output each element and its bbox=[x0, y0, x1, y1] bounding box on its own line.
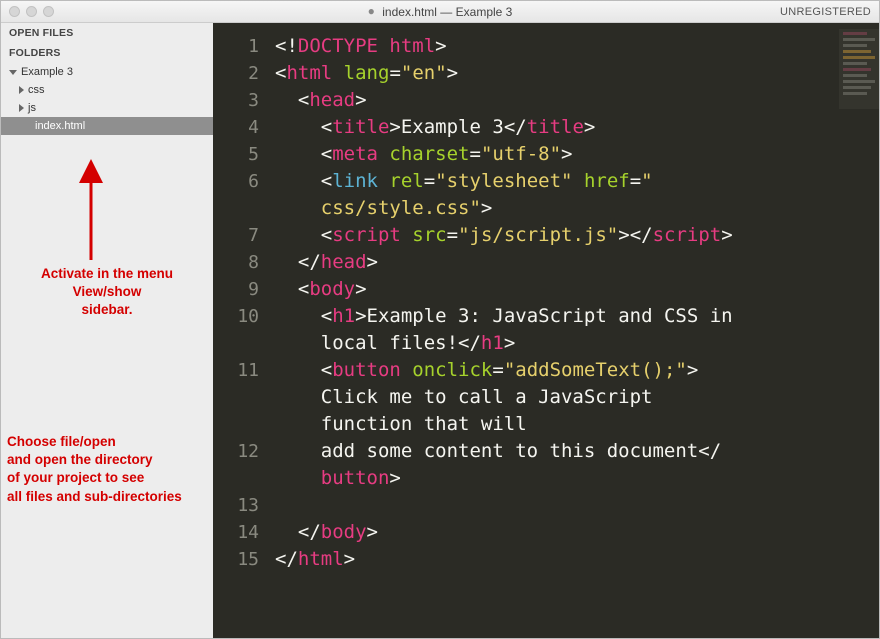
zoom-icon[interactable] bbox=[43, 6, 54, 17]
code-line: </body> bbox=[275, 519, 871, 546]
folders-header: FOLDERS bbox=[1, 43, 213, 63]
chevron-down-icon bbox=[9, 70, 17, 75]
line-number: 13 bbox=[213, 492, 259, 519]
line-number: 3 bbox=[213, 87, 259, 114]
close-icon[interactable] bbox=[9, 6, 20, 17]
code-line: <body> bbox=[275, 276, 871, 303]
code-line: <head> bbox=[275, 87, 871, 114]
line-number: 2 bbox=[213, 60, 259, 87]
line-number: 9 bbox=[213, 276, 259, 303]
code-line: function that will bbox=[275, 411, 871, 438]
line-number: 14 bbox=[213, 519, 259, 546]
code-line: add some content to this document</ bbox=[275, 438, 871, 465]
code-line: </html> bbox=[275, 546, 871, 573]
code-line: <!DOCTYPE html> bbox=[275, 33, 871, 60]
sidebar: OPEN FILES FOLDERS Example 3 css js inde… bbox=[1, 23, 213, 638]
line-number: 8 bbox=[213, 249, 259, 276]
code-line: button> bbox=[275, 465, 871, 492]
line-number: 4 bbox=[213, 114, 259, 141]
line-number: 7 bbox=[213, 222, 259, 249]
titlebar: ● index.html — Example 3 UNREGISTERED bbox=[1, 1, 879, 23]
app-window: ● index.html — Example 3 UNREGISTERED OP… bbox=[0, 0, 880, 639]
annotation-top: Activate in the menu View/show sidebar. bbox=[1, 265, 213, 320]
code-line: <meta charset="utf-8"> bbox=[275, 141, 871, 168]
tree-file-indexhtml[interactable]: index.html bbox=[1, 117, 213, 135]
line-number bbox=[213, 465, 259, 492]
tree-item-label: css bbox=[28, 84, 45, 96]
line-number: 11 bbox=[213, 357, 259, 384]
code-line: css/style.css"> bbox=[275, 195, 871, 222]
line-number: 10 bbox=[213, 303, 259, 330]
tree-item-label: js bbox=[28, 102, 36, 114]
tree-folder-js[interactable]: js bbox=[1, 99, 213, 117]
chevron-right-icon bbox=[19, 86, 24, 94]
code-line: </head> bbox=[275, 249, 871, 276]
annotation-bottom: Choose file/open and open the directory … bbox=[1, 433, 231, 506]
window-controls bbox=[9, 6, 54, 17]
code-line: Click me to call a JavaScript bbox=[275, 384, 871, 411]
annotation-arrow-icon bbox=[76, 165, 106, 268]
annotation-top-text: Activate in the menu View/show sidebar. bbox=[41, 265, 173, 320]
window-title: ● index.html — Example 3 bbox=[1, 5, 879, 19]
code-line: <html lang="en"> bbox=[275, 60, 871, 87]
line-number: 12 bbox=[213, 438, 259, 465]
tree-root[interactable]: Example 3 bbox=[1, 63, 213, 81]
annotation-bottom-text: Choose file/open and open the directory … bbox=[7, 433, 182, 506]
open-files-header: OPEN FILES bbox=[1, 23, 213, 43]
line-number bbox=[213, 195, 259, 222]
code-area[interactable]: <!DOCTYPE html><html lang="en"> <head> <… bbox=[269, 23, 879, 638]
title-project: Example 3 bbox=[456, 5, 513, 19]
code-editor[interactable]: 123456789101112131415 <!DOCTYPE html><ht… bbox=[213, 23, 879, 638]
line-number: 15 bbox=[213, 546, 259, 573]
line-number-gutter: 123456789101112131415 bbox=[213, 23, 269, 638]
code-line: <link rel="stylesheet" href=" bbox=[275, 168, 871, 195]
tree-folder-css[interactable]: css bbox=[1, 81, 213, 99]
code-line: <title>Example 3</title> bbox=[275, 114, 871, 141]
code-line: <script src="js/script.js"></script> bbox=[275, 222, 871, 249]
unregistered-badge: UNREGISTERED bbox=[780, 6, 871, 18]
code-line: <h1>Example 3: JavaScript and CSS in bbox=[275, 303, 871, 330]
line-number bbox=[213, 411, 259, 438]
tree-item-label: index.html bbox=[35, 120, 85, 132]
title-separator: — bbox=[440, 5, 455, 19]
minimize-icon[interactable] bbox=[26, 6, 37, 17]
chevron-right-icon bbox=[19, 104, 24, 112]
line-number bbox=[213, 384, 259, 411]
line-number: 1 bbox=[213, 33, 259, 60]
title-filename: index.html bbox=[382, 5, 437, 19]
code-line bbox=[275, 492, 871, 519]
line-number: 5 bbox=[213, 141, 259, 168]
dirty-indicator-icon: ● bbox=[368, 4, 375, 18]
tree-root-label: Example 3 bbox=[21, 66, 73, 78]
minimap[interactable] bbox=[839, 29, 879, 109]
code-line: local files!</h1> bbox=[275, 330, 871, 357]
line-number bbox=[213, 330, 259, 357]
folder-tree: Example 3 css js index.html bbox=[1, 63, 213, 135]
line-number: 6 bbox=[213, 168, 259, 195]
code-line: <button onclick="addSomeText();"> bbox=[275, 357, 871, 384]
